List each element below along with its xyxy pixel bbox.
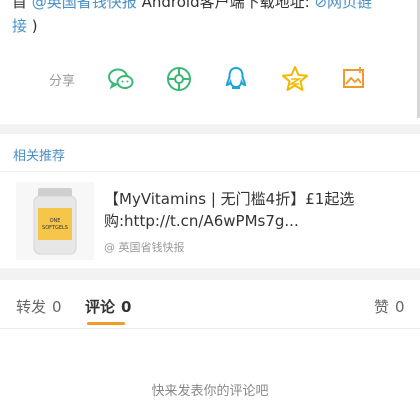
related-section-title: 相关推荐 bbox=[13, 149, 66, 164]
comments-empty-message: 快来发表你的评论吧 bbox=[151, 384, 269, 399]
post-text-suffix: ) bbox=[31, 17, 38, 35]
svg-text:SOFTGELS: SOFTGELS bbox=[42, 225, 68, 231]
tab-reposts[interactable]: 转发 0 bbox=[16, 296, 62, 317]
post-text-line-2: 接 ) bbox=[12, 16, 38, 36]
product-thumbnail: ONE SOFTGELS bbox=[16, 182, 94, 260]
tab-likes[interactable]: 赞0 bbox=[374, 296, 405, 317]
share-bar: 分享 bbox=[0, 60, 420, 100]
related-card-source: @ 英国省钱快报 bbox=[104, 241, 185, 254]
interaction-tabs: 转发 0 评论 0 赞0 bbox=[0, 284, 420, 329]
tab-likes-label: 赞 bbox=[374, 298, 390, 316]
mention-link[interactable]: @英国省钱快报 bbox=[32, 0, 137, 11]
tab-comments[interactable]: 评论 0 bbox=[85, 296, 131, 317]
wechat-icon[interactable] bbox=[106, 64, 136, 94]
post-text-line-1: 首 @英国省钱快报 Android客户端下载地址: ⊘网页链 bbox=[12, 0, 372, 12]
post-text: 首 @英国省钱快报 Android客户端下载地址: ⊘网页链 接 ) bbox=[0, 0, 420, 48]
tab-reposts-label: 转发 bbox=[16, 298, 47, 316]
post-text-middle: Android客户端下载地址: bbox=[141, 0, 310, 11]
related-card-title[interactable]: 【MyVitamins | 无门槛4折】£1起选购:http://t.cn/A6… bbox=[104, 188, 414, 232]
tab-comments-label: 评论 bbox=[85, 298, 116, 316]
post-text-prefix: 首 bbox=[12, 0, 28, 11]
qq-icon[interactable] bbox=[221, 64, 251, 94]
section-divider bbox=[0, 268, 420, 280]
webpage-link-continued[interactable]: 接 bbox=[12, 17, 27, 35]
link-icon: ⊘ bbox=[314, 0, 328, 11]
section-divider bbox=[0, 124, 420, 134]
active-tab-indicator bbox=[87, 322, 125, 325]
related-card[interactable]: ONE SOFTGELS 【MyVitamins | 无门槛4折】£1起选购:h… bbox=[0, 172, 420, 268]
share-label: 分享 bbox=[49, 74, 76, 89]
tab-reposts-count: 0 bbox=[52, 298, 62, 316]
tab-comments-count: 0 bbox=[121, 298, 132, 316]
moments-icon[interactable] bbox=[164, 64, 194, 94]
qzone-icon[interactable] bbox=[280, 64, 310, 94]
screenshot-icon[interactable] bbox=[339, 64, 369, 94]
webpage-link[interactable]: 网页链 bbox=[327, 0, 372, 11]
tab-likes-count: 0 bbox=[395, 298, 405, 316]
vitamin-bottle-image: ONE SOFTGELS bbox=[33, 188, 77, 255]
svg-text:ONE: ONE bbox=[50, 218, 61, 224]
